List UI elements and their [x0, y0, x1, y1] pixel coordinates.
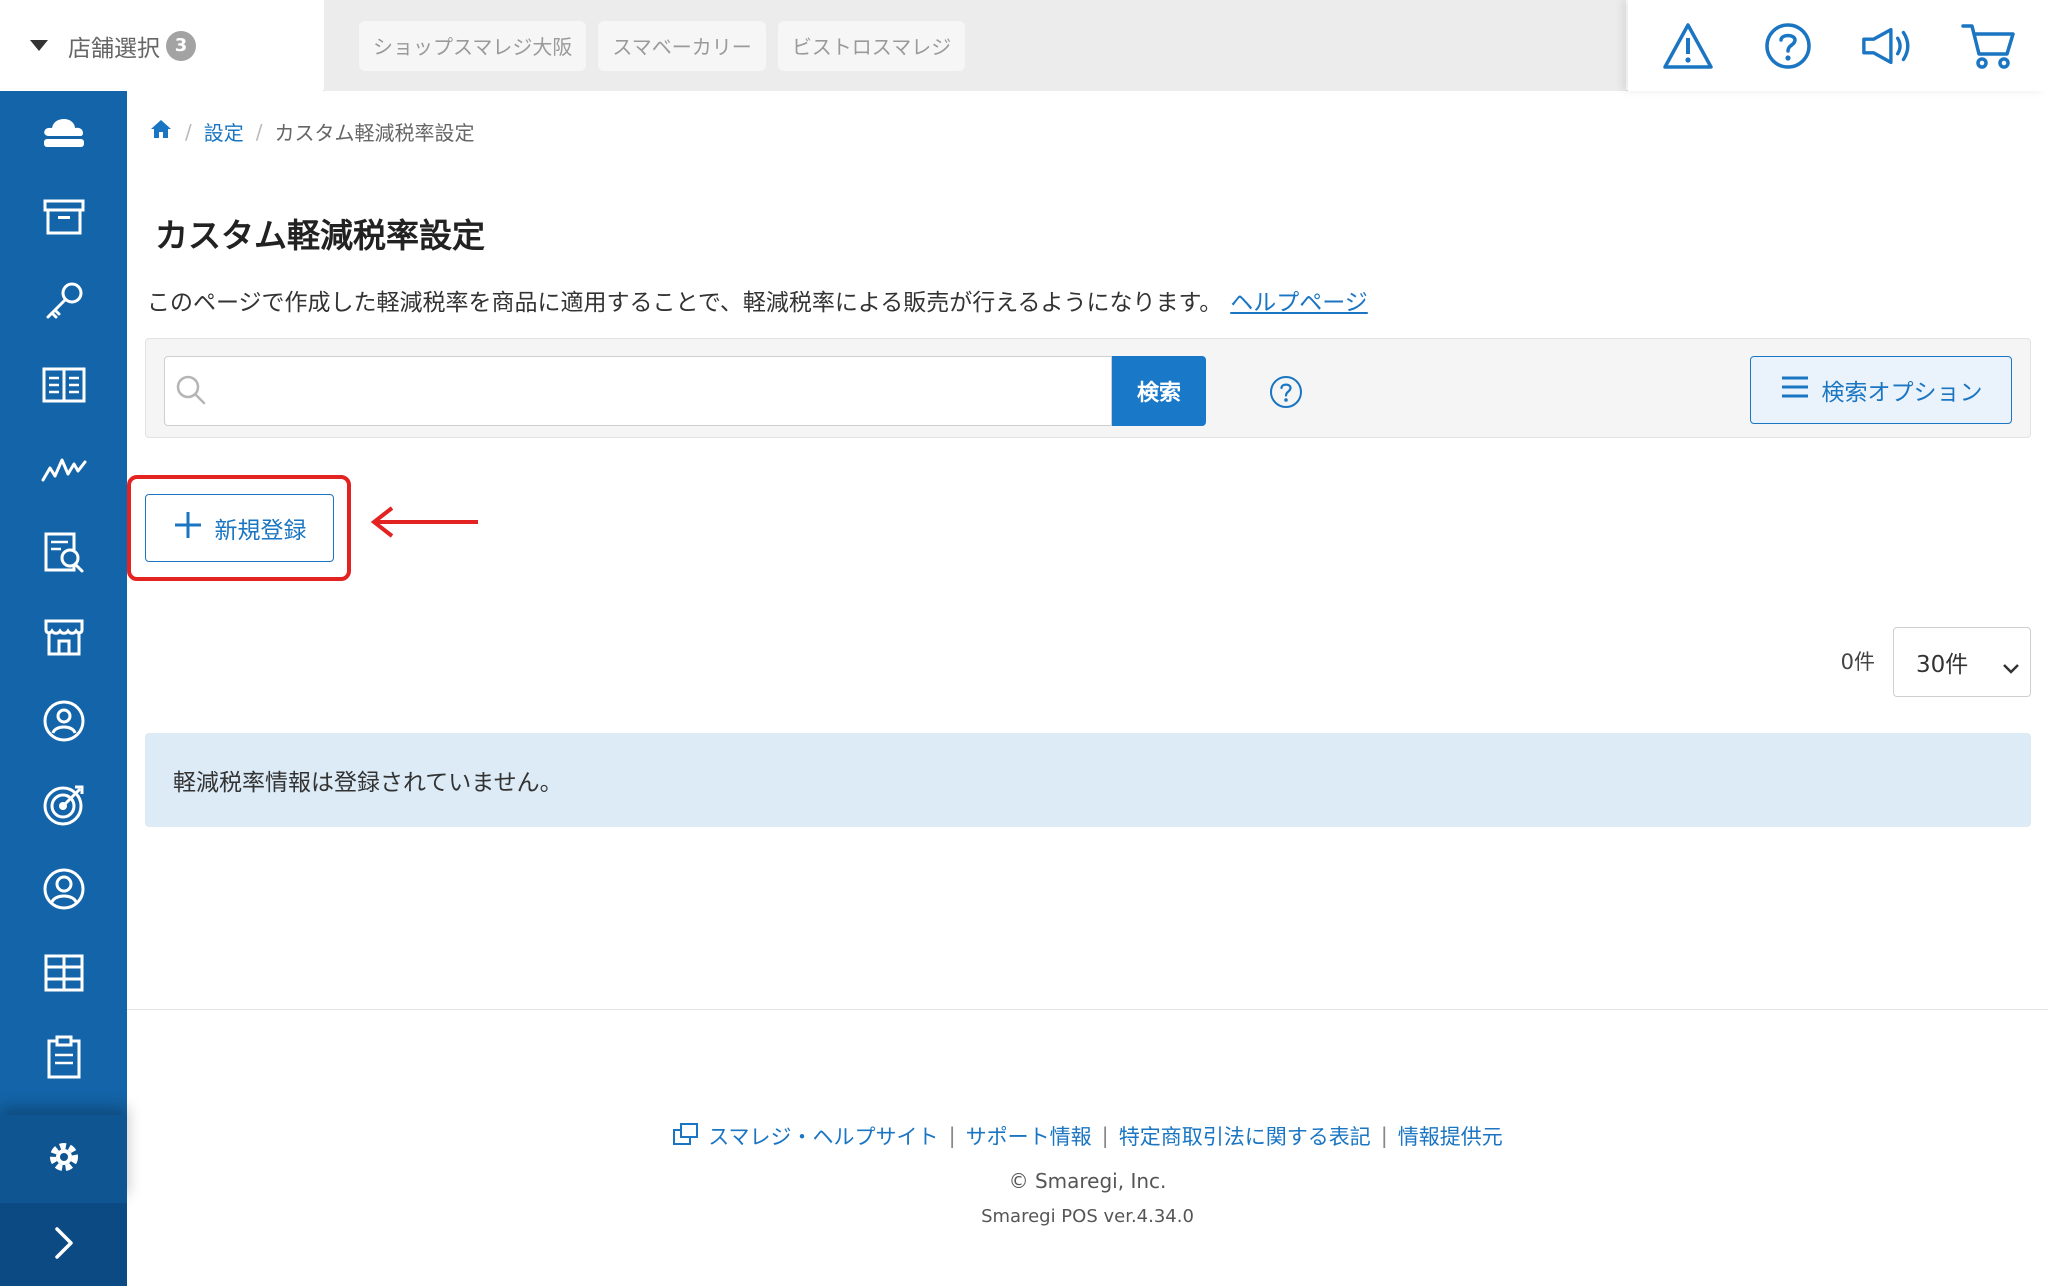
sidebar-expand-button[interactable] [0, 1203, 127, 1286]
clipboard-icon[interactable] [0, 1015, 127, 1099]
user-circle-icon[interactable] [0, 847, 127, 931]
top-icon-group [1628, 0, 2048, 91]
store-tab[interactable]: ショップスマレジ大阪 [359, 20, 587, 71]
archive-box-icon[interactable] [0, 175, 127, 259]
description-text: このページで作成した軽減税率を商品に適用することで、軽減税率による販売が行えるよ… [147, 290, 1223, 316]
cart-icon[interactable] [1960, 18, 2016, 74]
settings-nav-item[interactable] [0, 1115, 127, 1203]
plus-icon [173, 510, 203, 546]
cloud-icon[interactable] [0, 91, 127, 175]
customer-icon[interactable] [0, 679, 127, 763]
search-input[interactable] [164, 356, 1112, 426]
target-icon[interactable] [0, 763, 127, 847]
new-registration-button[interactable]: 新規登録 [145, 494, 334, 562]
store-icon[interactable] [0, 595, 127, 679]
new-registration-label: 新規登録 [214, 518, 307, 544]
search-icon [176, 375, 206, 409]
footer-link-provider[interactable]: 情報提供元 [1398, 1121, 1503, 1151]
book-icon[interactable] [0, 343, 127, 427]
store-tabs: ショップスマレジ大阪 スマベーカリー ビストロスマレジ [324, 0, 1626, 91]
chevron-right-icon [53, 1226, 75, 1264]
store-select-dropdown[interactable]: 店舗選択 3 [0, 0, 323, 91]
search-options-label: 検索オプション [1821, 380, 1983, 406]
key-icon[interactable] [0, 259, 127, 343]
annotation-arrow-icon [370, 506, 482, 542]
footer-divider [127, 1009, 2048, 1010]
breadcrumb-settings-link[interactable]: 設定 [204, 117, 244, 146]
chevron-down-icon [2002, 655, 2020, 681]
sidebar [0, 91, 127, 1286]
breadcrumb-separator: / [185, 119, 192, 144]
search-options-button[interactable]: 検索オプション [1750, 356, 2012, 424]
footer-links: スマレジ・ヘルプサイト | サポート情報 | 特定商取引法に関する表記 | 情報… [127, 1121, 2048, 1151]
grid-icon[interactable] [0, 931, 127, 1015]
footer-link-help-site[interactable]: スマレジ・ヘルプサイト [708, 1121, 938, 1151]
gear-icon [44, 1137, 84, 1181]
footer-link-support[interactable]: サポート情報 [966, 1121, 1092, 1151]
main-content: / 設定 / カスタム軽減税率設定 カスタム軽減税率設定 このページで作成した軽… [127, 91, 2048, 1286]
empty-message-text: 軽減税率情報は登録されていません。 [173, 770, 563, 796]
footer-link-legal[interactable]: 特定商取引法に関する表記 [1119, 1121, 1371, 1151]
megaphone-icon[interactable] [1860, 18, 1916, 74]
result-count: 0件 [1840, 650, 1875, 674]
copyright: © Smaregi, Inc. [1008, 1169, 1167, 1193]
search-help-icon[interactable] [1269, 375, 1303, 413]
breadcrumb-current: カスタム軽減税率設定 [274, 121, 475, 145]
menu-icon [1780, 375, 1810, 405]
chart-line-icon[interactable] [0, 427, 127, 511]
page-description: このページで作成した軽減税率を商品に適用することで、軽減税率による販売が行えるよ… [147, 283, 1368, 317]
store-count-badge: 3 [166, 30, 196, 61]
external-link-icon [672, 1122, 700, 1151]
help-icon[interactable] [1760, 18, 1816, 74]
help-page-link[interactable]: ヘルプページ [1230, 290, 1368, 316]
search-panel: 検索 検索オプション [145, 338, 2031, 438]
footer-separator: | [1380, 1124, 1388, 1148]
footer-separator: | [1101, 1124, 1109, 1148]
per-page-select[interactable]: 30件 [1893, 627, 2031, 697]
store-tab[interactable]: スマベーカリー [598, 20, 766, 71]
empty-state-message: 軽減税率情報は登録されていません。 [145, 733, 2031, 827]
top-bar: 店舗選択 3 ショップスマレジ大阪 スマベーカリー ビストロスマレジ [0, 0, 2048, 91]
store-select-label: 店舗選択 [68, 35, 160, 62]
footer-separator: | [948, 1124, 956, 1148]
warning-icon[interactable] [1660, 18, 1716, 74]
caret-down-icon [30, 40, 48, 51]
page-title: カスタム軽減税率設定 [155, 216, 485, 255]
version-label: Smaregi POS ver.4.34.0 [981, 1206, 1194, 1227]
store-tab[interactable]: ビストロスマレジ [777, 20, 966, 71]
breadcrumb-separator: / [255, 119, 263, 144]
report-search-icon[interactable] [0, 511, 127, 595]
search-button[interactable]: 検索 [1112, 356, 1206, 426]
per-page-value: 30件 [1916, 652, 1969, 678]
home-icon[interactable] [149, 118, 173, 145]
breadcrumb: / 設定 / カスタム軽減税率設定 [149, 117, 475, 146]
